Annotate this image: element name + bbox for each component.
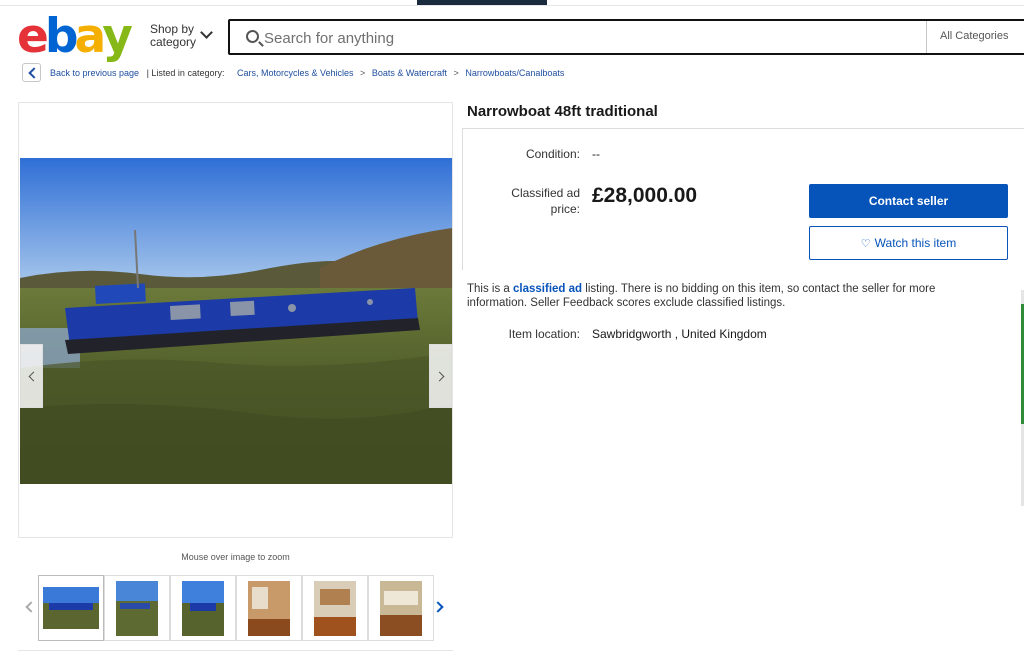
price-label-line1: Classified ad <box>511 186 580 200</box>
thumbnail[interactable] <box>170 575 236 641</box>
notice-prefix: This is a <box>467 283 510 295</box>
price-label: Classified ad price: <box>462 185 580 217</box>
listed-in-label: | Listed in category: <box>146 68 225 78</box>
item-title: Narrowboat 48ft traditional <box>467 103 658 120</box>
price-label-line2: price: <box>550 202 580 216</box>
thumbnail-next-arrow-icon[interactable] <box>434 602 444 612</box>
previous-image-button[interactable] <box>20 344 43 408</box>
ebay-logo[interactable]: e b a y <box>17 9 133 64</box>
next-image-button[interactable] <box>429 344 452 408</box>
condition-label: Condition: <box>525 147 580 161</box>
title-divider <box>462 128 1024 129</box>
logo-letter-b: b <box>44 9 79 64</box>
logo-letter-e: e <box>17 9 49 64</box>
breadcrumb-item[interactable]: Cars, Motorcycles & Vehicles <box>237 68 354 78</box>
category-select[interactable]: All Categories <box>940 30 1008 42</box>
classified-notice: This is a classified ad listing. There i… <box>467 282 987 310</box>
search-bar: All Categories <box>228 19 1024 55</box>
main-listing-photo[interactable] <box>20 158 452 484</box>
search-divider <box>926 21 927 53</box>
contact-seller-button[interactable]: Contact seller <box>809 184 1008 218</box>
search-icon <box>246 30 259 43</box>
price-value: £28,000.00 <box>592 184 698 207</box>
shop-by-category-button[interactable]: Shop by category <box>150 23 220 51</box>
logo-letter-y: y <box>102 9 133 64</box>
image-gallery <box>18 102 453 538</box>
gallery-bottom-divider <box>18 650 453 651</box>
breadcrumb-separator: > <box>360 68 366 78</box>
item-location-label: Item location: <box>508 327 580 341</box>
thumbnail[interactable] <box>236 575 302 641</box>
breadcrumb-separator: > <box>453 68 459 78</box>
zoom-hint: Mouse over image to zoom <box>181 552 290 562</box>
breadcrumb: Back to previous page | Listed in catego… <box>50 68 564 78</box>
contact-seller-label: Contact seller <box>868 194 949 208</box>
thumbnail[interactable] <box>38 575 104 641</box>
watch-item-label: Watch this item <box>874 236 957 250</box>
search-input[interactable] <box>264 27 904 49</box>
thumbnail-strip <box>38 575 434 641</box>
breadcrumb-item[interactable]: Narrowboats/Canalboats <box>465 68 564 78</box>
watch-item-button[interactable]: ♡ Watch this item <box>809 226 1008 260</box>
thumbnail[interactable] <box>368 575 434 641</box>
back-to-previous-link[interactable]: Back to previous page <box>50 68 139 78</box>
item-location-value: Sawbridgworth , United Kingdom <box>592 327 767 341</box>
top-divider <box>0 5 1024 6</box>
category-label: category <box>150 35 197 49</box>
heart-icon: ♡ <box>860 237 871 250</box>
thumbnail[interactable] <box>302 575 368 641</box>
condition-value: -- <box>592 147 600 161</box>
thumbnail[interactable] <box>104 575 170 641</box>
back-arrow-button[interactable] <box>22 63 41 82</box>
classified-ad-link[interactable]: classified ad <box>513 283 582 295</box>
logo-letter-a: a <box>74 9 107 64</box>
breadcrumb-item[interactable]: Boats & Watercraft <box>372 68 447 78</box>
thumbnail-prev-arrow-icon[interactable] <box>24 602 34 612</box>
